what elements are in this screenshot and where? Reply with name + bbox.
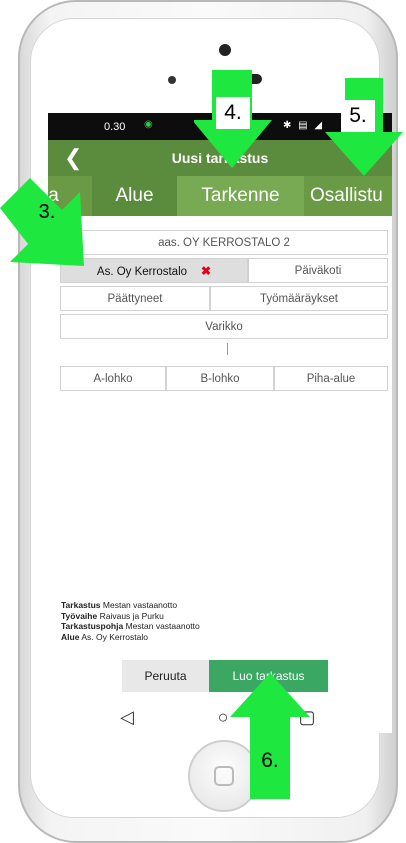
nav-back-icon[interactable]: ◁ xyxy=(112,705,142,729)
annotation-label-6: 6. xyxy=(261,749,279,772)
selected-option-label: As. Oy Kerrostalo xyxy=(96,266,188,278)
option-paivakoti[interactable]: Päiväkoti xyxy=(248,258,388,283)
selection-summary: Tarkastus Mestan vastaanotto Työvaihe Ra… xyxy=(61,600,200,642)
sensor-icon xyxy=(168,76,176,84)
option-b-lohko[interactable]: B-lohko xyxy=(166,366,274,391)
tab-tarkenne[interactable]: Tarkenne xyxy=(177,176,304,216)
notification-icon: ◉ xyxy=(144,119,153,130)
annotation-label-3: 3. xyxy=(38,201,56,223)
remove-x-icon[interactable]: ✖ xyxy=(201,264,211,278)
cancel-button[interactable]: Peruuta xyxy=(122,660,209,692)
option-aas-oy-kerrostalo-2[interactable]: aas. OY KERROSTALO 2 xyxy=(60,230,388,255)
front-camera-icon xyxy=(219,44,231,56)
annotation-arrow-6 xyxy=(230,673,310,799)
annotation-label-4: 4. xyxy=(216,97,250,129)
summary-tyovaihe: Työvaihe Raivaus ja Purku xyxy=(61,610,164,621)
option-a-lohko[interactable]: A-lohko xyxy=(60,366,166,391)
annotation-label-5: 5. xyxy=(341,100,375,132)
summary-tarkastuspohja: Tarkastuspohja Mestan vastaanotto xyxy=(61,621,200,631)
status-time: 0.30 xyxy=(104,121,126,133)
option-paattyneet[interactable]: Päättyneet xyxy=(60,286,210,311)
tab-alue[interactable]: Alue xyxy=(92,176,177,216)
tab-osallistujat[interactable]: Osallistu xyxy=(304,176,392,216)
divider-line xyxy=(227,343,228,355)
summary-alue: Alue As. Oy Kerrostalo xyxy=(61,631,148,642)
option-varikko[interactable]: Varikko xyxy=(60,314,388,339)
signal-icons: ✱ ▤ ◢ xyxy=(283,120,325,131)
option-tyomaaraykset[interactable]: Työmääräykset xyxy=(210,286,388,311)
option-piha-alue[interactable]: Piha-alue xyxy=(274,366,388,391)
summary-tarkastus: Tarkastus Mestan vastaanotto xyxy=(61,600,178,610)
